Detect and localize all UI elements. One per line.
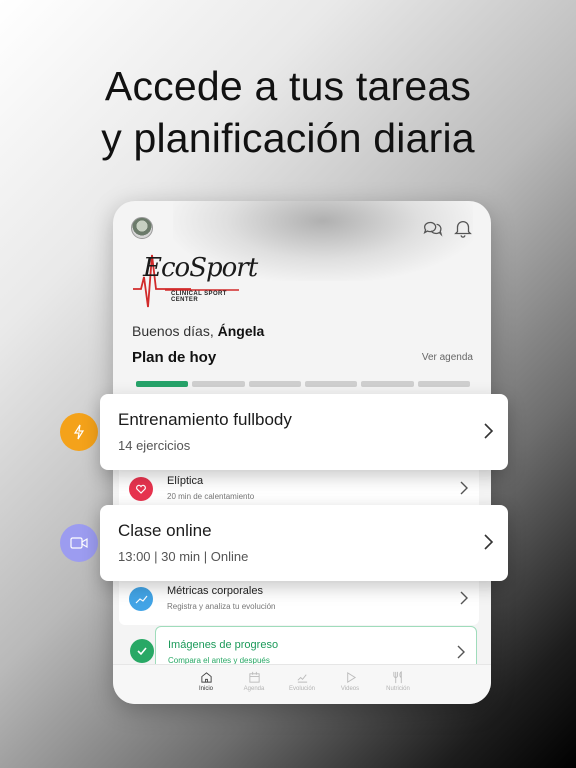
lightning-icon: [60, 413, 98, 451]
nav-label: Agenda: [243, 686, 265, 692]
logo-text: EcoSport: [143, 253, 258, 283]
bottom-nav: Inicio Agenda Evolución Videos Nutrición: [113, 664, 491, 704]
chevron-right-icon: [484, 423, 494, 439]
headline-line-1: Accede a tus tareas: [104, 63, 472, 109]
chevron-right-icon: [460, 481, 468, 495]
video-icon: [60, 524, 98, 562]
progress-segment: [417, 381, 470, 387]
daily-progress: [136, 381, 470, 387]
chevron-right-icon: [457, 645, 465, 659]
nav-videos[interactable]: Videos: [333, 671, 367, 704]
card-title: Entrenamiento fullbody: [118, 410, 292, 429]
card-title: Clase online: [118, 521, 212, 540]
ecosport-logo: EcoSport CLINICAL SPORT CENTER: [131, 249, 258, 311]
home-icon: [200, 672, 212, 683]
card-clase-online[interactable]: Clase online 13:00 | 30 min | Online: [100, 505, 508, 581]
nav-label: Evolución: [288, 686, 315, 692]
logo-subtitle: CLINICAL SPORT CENTER: [171, 291, 227, 303]
nav-label: Inicio: [198, 686, 213, 692]
chevron-right-icon: [484, 534, 494, 550]
chart-icon: [129, 587, 153, 611]
chevron-right-icon: [460, 591, 468, 605]
nav-inicio[interactable]: Inicio: [189, 671, 223, 704]
heart-icon: [129, 477, 153, 501]
nav-evolucion[interactable]: Evolución: [285, 671, 319, 704]
bell-icon[interactable]: [452, 217, 474, 239]
greeting-name: Ángela: [217, 323, 265, 339]
card-subtitle: 13:00 | 30 min | Online: [118, 549, 249, 564]
trend-icon: [297, 674, 307, 683]
nav-agenda[interactable]: Agenda: [237, 671, 271, 704]
list-item-title: Métricas corporales: [167, 585, 263, 597]
nav-label: Videos: [340, 686, 360, 692]
progress-segment: [304, 381, 358, 387]
check-icon: [130, 639, 154, 663]
list-item-subtitle: 20 min de calentamiento: [167, 492, 255, 501]
card-entrenamiento[interactable]: Entrenamiento fullbody 14 ejercicios: [100, 394, 508, 470]
list-item-subtitle: Registra y analiza tu evolución: [167, 602, 276, 611]
nav-label: Nutrición: [386, 686, 410, 692]
headline-line-2: y planificación diaria: [101, 115, 475, 161]
nav-nutricion[interactable]: Nutrición: [381, 671, 415, 704]
card-subtitle: 14 ejercicios: [118, 438, 191, 453]
headline: Accede a tus tareas y planificación diar…: [0, 60, 576, 164]
list-item-title: Elíptica: [167, 475, 204, 487]
progress-segment: [361, 381, 414, 387]
cutlery-icon: [392, 671, 402, 684]
chat-icon[interactable]: [421, 217, 443, 239]
progress-segment: [192, 381, 245, 387]
progress-segment: [248, 381, 301, 387]
calendar-icon: [248, 671, 260, 683]
list-item-title: Imágenes de progreso: [168, 639, 279, 651]
see-agenda-link[interactable]: Ver agenda: [422, 352, 473, 363]
avatar[interactable]: [131, 217, 153, 239]
play-icon: [346, 672, 356, 683]
greeting: Buenos días, Ángela: [132, 323, 264, 339]
greeting-prefix: Buenos días,: [132, 323, 218, 339]
plan-title: Plan de hoy: [132, 349, 217, 366]
progress-segment: [136, 381, 189, 387]
